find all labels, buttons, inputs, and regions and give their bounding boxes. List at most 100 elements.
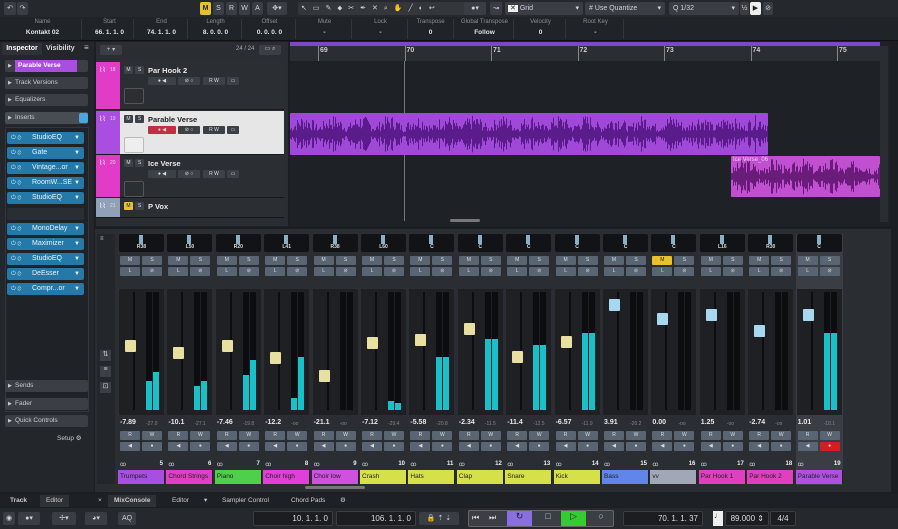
listen-button[interactable]: L: [507, 267, 528, 276]
menu-icon[interactable]: ≡: [84, 43, 89, 52]
section-equalizers[interactable]: Equalizers: [5, 94, 88, 106]
solo-button[interactable]: S: [142, 256, 162, 265]
phase-icon[interactable]: ⊘: [190, 267, 211, 276]
listen-button[interactable]: L: [120, 267, 140, 276]
solo-button[interactable]: S: [135, 202, 144, 210]
listen-button[interactable]: L: [265, 267, 286, 276]
snap-type-select[interactable]: ✕ Grid ▾: [505, 2, 583, 15]
vertical-scrollbar[interactable]: [880, 46, 888, 222]
mute-button[interactable]: M: [120, 256, 140, 265]
fader-handle[interactable]: [173, 347, 185, 360]
phase-icon[interactable]: ⊘: [287, 267, 308, 276]
pan-control[interactable]: L16: [699, 234, 745, 252]
write-automation-button[interactable]: W: [819, 431, 840, 440]
pan-control[interactable]: C: [554, 234, 600, 252]
tab-mixconsole[interactable]: MixConsole: [108, 495, 157, 507]
track-view-icons[interactable]: ▭ ⌕: [259, 45, 281, 55]
fader-handle[interactable]: [609, 299, 620, 312]
write-automation-button[interactable]: W: [335, 431, 356, 440]
channel-name[interactable]: Choir low: [311, 470, 359, 484]
fader-handle[interactable]: [802, 309, 814, 322]
solo-button[interactable]: S: [722, 256, 743, 265]
record-enable-button[interactable]: ●: [577, 442, 598, 451]
record-enable-button[interactable]: ●: [335, 442, 356, 451]
record-enable-button[interactable]: ●: [384, 442, 404, 451]
solo-button[interactable]: S: [135, 115, 144, 123]
phase-icon[interactable]: ⊘: [577, 267, 598, 276]
solo-button[interactable]: S: [287, 256, 308, 265]
record-monitor-buttons[interactable]: ● ◀: [148, 77, 176, 85]
pan-control[interactable]: L41: [264, 234, 310, 252]
phase-icon[interactable]: ⊘: [529, 267, 550, 276]
read-automation-button[interactable]: R: [265, 431, 286, 440]
mute-button[interactable]: M: [749, 256, 770, 265]
record-enable-button[interactable]: ●: [142, 442, 162, 451]
chevron-down-icon[interactable]: ▼: [74, 177, 80, 189]
info-velocity[interactable]: Velocity 0: [516, 19, 566, 39]
mode-button-r[interactable]: R: [226, 2, 237, 15]
channel-name[interactable]: Chord Strings: [166, 470, 214, 484]
channel-name[interactable]: Choir high: [263, 470, 311, 484]
solo-button[interactable]: S: [335, 256, 356, 265]
ruler[interactable]: 69 70 71 72 73 74 75: [290, 44, 880, 61]
insert-power-icon[interactable]: ⏻ ⊘: [11, 238, 21, 250]
gear-icon[interactable]: ⚙: [334, 495, 352, 507]
tab-editor-left[interactable]: Editor: [40, 495, 69, 507]
phase-icon[interactable]: ⊘: [384, 267, 404, 276]
track-row[interactable]: ⌇⌇ 18 M S Par Hook 2 ● ◀ ⊘ ○ R W ▭: [96, 62, 284, 110]
info-offset[interactable]: Offset 0. 0. 0. 0: [244, 19, 296, 39]
section-quick-controls[interactable]: Quick Controls: [5, 415, 88, 427]
info-start[interactable]: Start 66. 1. 1. 0: [86, 19, 134, 39]
monitor-button[interactable]: ◀: [555, 442, 576, 451]
monitor-button[interactable]: ◀: [700, 442, 721, 451]
autoscroll-icon[interactable]: ↝: [490, 2, 502, 15]
monitor-button[interactable]: ◀: [168, 442, 189, 451]
channel-name[interactable]: vv: [650, 470, 698, 484]
monitor-button[interactable]: ◀: [604, 442, 624, 451]
chevron-down-icon[interactable]: ▼: [74, 147, 80, 159]
channel-name[interactable]: Trumpets: [118, 470, 165, 484]
mute-button[interactable]: M: [124, 202, 133, 210]
mute-button[interactable]: M: [313, 256, 334, 265]
pan-control[interactable]: C: [603, 234, 648, 252]
read-automation-button[interactable]: R: [555, 431, 576, 440]
automation-buttons[interactable]: R W: [203, 170, 225, 178]
insert-slot[interactable]: ⏻ ⊘ Maximizer ▼: [7, 238, 84, 250]
pan-control[interactable]: C: [457, 234, 503, 252]
phase-icon[interactable]: ⊘: [142, 267, 162, 276]
play-button[interactable]: ▷: [561, 511, 586, 526]
listen-button[interactable]: L: [652, 267, 673, 276]
listen-button[interactable]: L: [362, 267, 382, 276]
write-automation-button[interactable]: W: [626, 431, 646, 440]
insert-slot[interactable]: ⏻ ⊘ StudioEQ ▼: [7, 192, 84, 204]
solo-button[interactable]: S: [480, 256, 501, 265]
solo-button[interactable]: S: [135, 66, 144, 74]
solo-button[interactable]: S: [626, 256, 646, 265]
go-to-end-icon[interactable]: ⏭: [489, 513, 503, 523]
fader-handle[interactable]: [221, 339, 233, 352]
channel-name[interactable]: Parable Verse: [795, 470, 843, 484]
meter-icon[interactable]: ≡: [100, 366, 111, 377]
mode-button-m[interactable]: M: [200, 2, 211, 15]
record-enable-button[interactable]: ●: [432, 442, 453, 451]
arrange-window[interactable]: 69 70 71 72 73 74 75 Ice Verse_06: [290, 42, 890, 226]
read-write-buttons[interactable]: ⊘ ○: [178, 77, 200, 85]
tool-buttons[interactable]: ↖▭✎⬥✂✒✕⌕✋╱◐↩: [298, 2, 468, 15]
metronome-mode-icon[interactable]: ◕▾: [85, 512, 107, 525]
insert-power-icon[interactable]: ⏻ ⊘: [11, 192, 21, 204]
solo-button[interactable]: S: [674, 256, 695, 265]
empty-insert-slot[interactable]: [7, 208, 84, 220]
section-fader[interactable]: Fader: [5, 398, 88, 410]
write-automation-button[interactable]: W: [142, 431, 162, 440]
go-to-start-icon[interactable]: ⏮: [472, 513, 486, 523]
monitor-button[interactable]: ◀: [313, 442, 334, 451]
mute-button[interactable]: M: [604, 256, 624, 265]
add-track-button[interactable]: + ▾: [100, 45, 122, 55]
lane-button[interactable]: ▭: [227, 77, 239, 85]
audio-event-parable-verse[interactable]: [290, 113, 768, 155]
write-automation-button[interactable]: W: [238, 431, 259, 440]
inspector-track-header[interactable]: Parable Verse: [5, 60, 88, 72]
read-automation-button[interactable]: R: [410, 431, 431, 440]
quantize-setup-icon[interactable]: ⊘: [763, 2, 773, 15]
write-automation-button[interactable]: W: [771, 431, 792, 440]
